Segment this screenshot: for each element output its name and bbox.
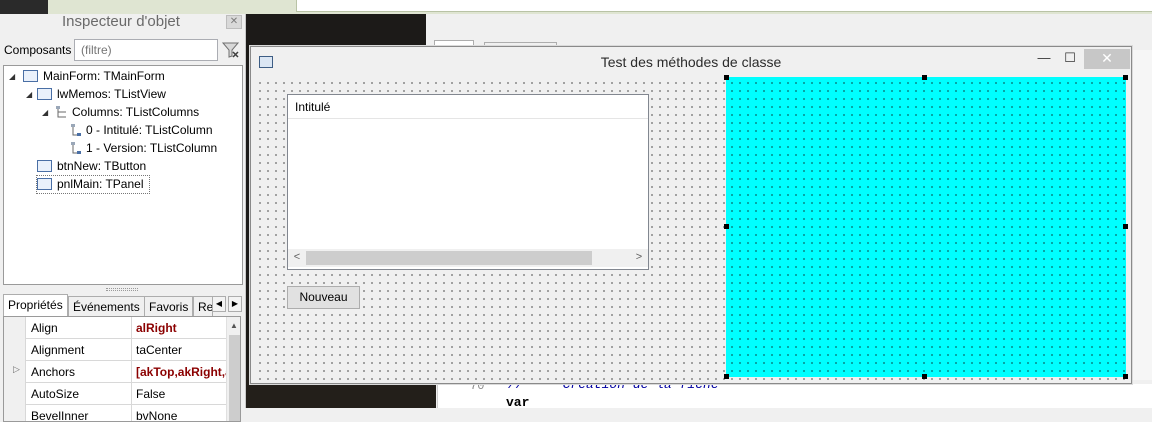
listview-hscrollbar[interactable]: < >: [288, 249, 648, 267]
property-row[interactable]: Alignment taCenter: [4, 339, 226, 361]
property-value: False: [136, 387, 166, 401]
property-tabs: Propriétés Événements Favoris Re ◀ ▶: [0, 294, 246, 316]
tab-properties[interactable]: Propriétés: [3, 294, 68, 316]
tab-favorites[interactable]: Favoris: [144, 296, 194, 316]
property-grid[interactable]: Align alRight Alignment taCenter ▷ Ancho…: [3, 316, 241, 422]
grab-handle[interactable]: [724, 374, 729, 379]
expand-icon[interactable]: ◢: [9, 68, 17, 81]
panel-icon: [37, 178, 52, 190]
component-tree[interactable]: ◢ MainForm: TMainForm ◢ lwMemos: TListVi…: [3, 65, 243, 285]
column-icon: [70, 142, 85, 154]
property-name: Alignment: [31, 343, 85, 357]
tree-item-label: 0 - Intitulé: TListColumn: [86, 123, 213, 137]
expand-icon[interactable]: ◢: [26, 86, 34, 99]
row-gutter: ▷: [4, 361, 26, 383]
form-design-surface[interactable]: Intitulé < > Nouveau: [254, 75, 1128, 381]
grab-handle[interactable]: [1123, 224, 1128, 229]
form-title: Test des méthodes de classe: [600, 54, 782, 70]
editor-scroll-edge: [1130, 50, 1152, 380]
tree-item-label: lwMemos: TListView: [57, 87, 166, 101]
property-name: AutoSize: [31, 387, 80, 401]
close-icon[interactable]: ✕: [226, 15, 242, 29]
property-value: taCenter: [136, 343, 183, 357]
expand-icon[interactable]: ◢: [42, 104, 50, 117]
column-header-intitule[interactable]: Intitulé: [295, 100, 330, 114]
maximize-icon[interactable]: ☐: [1057, 49, 1083, 69]
grab-handle[interactable]: [1123, 374, 1128, 379]
property-name: Anchors: [31, 365, 76, 379]
property-name: BevelInner: [31, 409, 89, 422]
property-value: bvNone: [136, 409, 178, 422]
scroll-right-icon[interactable]: >: [632, 251, 646, 265]
property-value-cell[interactable]: [akTop,akRight,a: [131, 361, 226, 383]
property-value-cell[interactable]: False: [131, 383, 226, 405]
memos-listview[interactable]: Intitulé < >: [287, 94, 649, 270]
column-icon: [70, 124, 85, 136]
property-value: [akTop,akRight,a: [136, 365, 226, 379]
button-icon: [37, 160, 52, 172]
property-value-cell[interactable]: alRight: [131, 317, 226, 339]
form-icon: [23, 70, 38, 82]
grab-handle[interactable]: [922, 374, 927, 379]
tree-item-pnlmain[interactable]: pnlMain: TPanel: [36, 175, 150, 194]
background-strip: [0, 0, 48, 14]
scrollbar-thumb[interactable]: [229, 335, 240, 421]
listview-header[interactable]: Intitulé: [288, 95, 648, 119]
property-name: Align: [31, 321, 58, 335]
object-inspector: Inspecteur d'objet ✕ Composants ◢ MainFo…: [0, 13, 246, 422]
inspector-title: Inspecteur d'objet: [62, 13, 180, 30]
form-titlebar[interactable]: Test des méthodes de classe — ☐ ✕: [251, 47, 1131, 77]
grab-handle[interactable]: [724, 224, 729, 229]
scroll-left-icon[interactable]: <: [290, 251, 304, 265]
main-panel[interactable]: [724, 75, 1128, 379]
row-gutter: [4, 339, 26, 361]
expand-icon[interactable]: ▷: [13, 364, 20, 375]
tree-item-label: MainForm: TMainForm: [43, 69, 165, 83]
component-filter-input[interactable]: [74, 39, 218, 61]
search-label: Composants: [4, 43, 72, 57]
splitter-handle[interactable]: [106, 288, 138, 291]
property-scrollbar[interactable]: ▲: [226, 317, 240, 421]
grab-handle[interactable]: [922, 75, 927, 80]
property-value: alRight: [136, 321, 177, 335]
close-icon[interactable]: ✕: [1084, 49, 1130, 69]
property-value-cell[interactable]: taCenter: [131, 339, 226, 361]
tab-events[interactable]: Événements: [68, 296, 145, 316]
tab-restricted[interactable]: Re: [193, 296, 213, 316]
grab-handle[interactable]: [724, 75, 729, 80]
property-row[interactable]: AutoSize False: [4, 383, 226, 405]
scroll-up-icon[interactable]: ▲: [230, 321, 238, 330]
new-button[interactable]: Nouveau: [287, 286, 360, 309]
listview-icon: [37, 88, 52, 100]
grab-handle[interactable]: [1123, 75, 1128, 80]
property-row[interactable]: Align alRight: [4, 317, 226, 339]
clear-filter-icon[interactable]: [221, 40, 241, 60]
row-gutter: [4, 317, 26, 339]
scrollbar-thumb[interactable]: [306, 251, 592, 265]
tab-scroll-right-icon[interactable]: ▶: [228, 296, 242, 312]
tree-item-label: 1 - Version: TListColumn: [86, 141, 218, 155]
designer-form-window: Test des méthodes de classe — ☐ ✕ Intitu…: [250, 46, 1132, 384]
tree-item-label: btnNew: TButton: [57, 159, 147, 173]
tab-scroll-left-icon[interactable]: ◀: [212, 296, 226, 312]
tree-item-label: pnlMain: TPanel: [57, 177, 144, 191]
collection-icon: [55, 106, 70, 118]
row-gutter: [4, 383, 26, 405]
minimize-icon[interactable]: —: [1031, 49, 1057, 69]
tree-item-label: Columns: TListColumns: [72, 105, 200, 119]
main-window-inner: [296, 0, 1152, 12]
property-row[interactable]: ▷ Anchors [akTop,akRight,a: [4, 361, 226, 383]
